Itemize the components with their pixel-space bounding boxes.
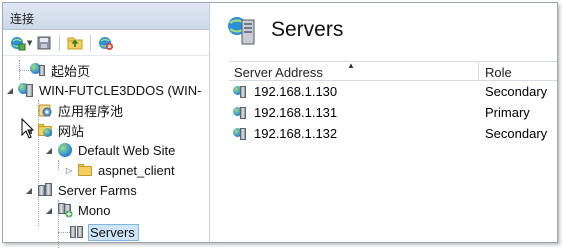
toolbar-separator — [59, 34, 61, 51]
folder-icon — [77, 162, 93, 178]
tree-item-label: Servers — [88, 223, 139, 241]
role-cell: Secondary — [485, 126, 548, 141]
tree-item-server[interactable]: ◢ WIN-FUTCLE3DDOS (WIN- — [5, 80, 202, 100]
tree-item-label: WIN-FUTCLE3DDOS (WIN- — [39, 82, 202, 98]
expand-arrow-icon[interactable]: ◢ — [44, 206, 54, 215]
connections-tree: 起始页 ◢ WIN-FUTCLE3DDOS (WIN- 应用程序池 网站 ◢ D… — [3, 56, 209, 249]
tree-item-farm-servers[interactable]: Servers — [69, 222, 139, 242]
expand-arrow-icon[interactable]: ◢ — [24, 186, 34, 195]
disconnect-button[interactable] — [97, 34, 115, 52]
tree-item-label: Mono — [78, 202, 111, 218]
role-cell: Secondary — [485, 84, 548, 99]
server-status-icon — [233, 84, 249, 100]
chevron-down-icon[interactable]: ▼ — [27, 39, 32, 47]
up-level-button[interactable] — [66, 34, 84, 52]
table-row[interactable]: 192.168.1.132 Secondary — [229, 123, 557, 144]
servers-icon — [69, 224, 85, 240]
server-farm-icon — [57, 202, 73, 218]
mouse-cursor-icon — [21, 118, 35, 139]
toolbar-separator — [90, 34, 92, 51]
expand-arrow-icon[interactable]: ◢ — [5, 86, 15, 95]
page-title: Servers — [271, 18, 344, 41]
table-row[interactable]: 192.168.1.131 Primary — [229, 102, 557, 123]
globe-connect-icon — [11, 36, 26, 50]
tree-item-app-pools[interactable]: 应用程序池 — [37, 100, 123, 120]
server-address-cell: 192.168.1.130 — [254, 84, 338, 99]
tree-item-label: Server Farms — [58, 182, 137, 198]
connect-button[interactable] — [9, 34, 27, 52]
server-address-cell: 192.168.1.131 — [254, 105, 338, 120]
home-page-icon — [30, 62, 46, 78]
sort-ascending-icon: ▲ — [347, 61, 355, 70]
floppy-save-icon — [37, 36, 51, 49]
connections-header: 连接 — [3, 3, 209, 30]
tree-item-default-web-site[interactable]: ◢ Default Web Site — [44, 140, 175, 160]
servers-feature-icon — [227, 14, 259, 46]
server-address-cell: 192.168.1.132 — [254, 126, 338, 141]
tree-item-label: 起始页 — [51, 63, 91, 79]
server-status-icon — [233, 126, 249, 142]
server-node-icon — [18, 82, 34, 98]
connections-toolbar: ▼ — [3, 30, 209, 56]
globe-icon — [57, 142, 73, 158]
tree-item-label: aspnet_client — [98, 162, 175, 178]
tree-item-start-page[interactable]: 起始页 — [17, 60, 90, 80]
role-cell: Primary — [485, 105, 530, 120]
server-farms-icon — [37, 182, 53, 198]
app-pool-icon — [37, 102, 53, 118]
servers-table: ▲ Server Address Role 192.168.1.130 Seco… — [229, 61, 557, 144]
sites-folder-icon — [37, 122, 53, 138]
content-header: Servers — [213, 3, 557, 57]
column-header-role[interactable]: Role — [479, 62, 557, 80]
tree-item-server-farms[interactable]: ◢ Server Farms — [24, 180, 137, 200]
globe-disconnect-icon — [99, 36, 114, 50]
server-status-icon — [233, 105, 249, 121]
tree-item-aspnet-client[interactable]: ▷ aspnet_client — [64, 160, 175, 180]
tree-item-label: Default Web Site — [78, 142, 176, 158]
save-button[interactable] — [35, 34, 53, 52]
table-header: ▲ Server Address Role — [229, 61, 557, 81]
folder-up-icon — [67, 37, 83, 49]
iis-manager-window: 连接 ▼ 起始页 ◢ WIN-FUTCLE3DDOS (WIN- 应用程序池 网… — [2, 2, 558, 249]
expand-arrow-icon[interactable]: ◢ — [44, 146, 54, 155]
tree-connector — [58, 160, 59, 170]
tree-item-label: 应用程序池 — [58, 103, 124, 119]
connections-pane: 连接 ▼ 起始页 ◢ WIN-FUTCLE3DDOS (WIN- 应用程序池 网… — [3, 3, 210, 249]
tree-item-label: 网站 — [58, 123, 85, 139]
tree-item-farm-mono[interactable]: ◢ Mono — [44, 200, 111, 220]
expand-arrow-icon[interactable]: ▷ — [64, 166, 74, 175]
column-header-server-address[interactable]: ▲ Server Address — [229, 61, 479, 80]
content-pane: Servers ▲ Server Address Role 192.168.1.… — [213, 3, 557, 242]
table-row[interactable]: 192.168.1.130 Secondary — [229, 81, 557, 102]
